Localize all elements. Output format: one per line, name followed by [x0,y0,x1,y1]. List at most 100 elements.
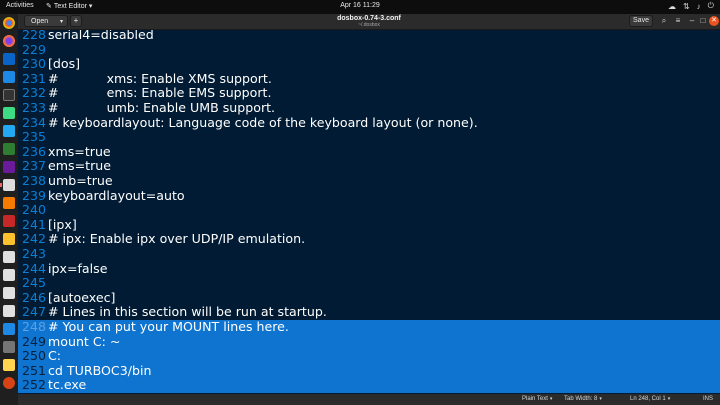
line-text[interactable]: # ems: Enable EMS support. [48,86,272,101]
volume-icon[interactable]: ♪ [697,2,701,11]
document-path: ~/.dosbox [358,22,380,28]
line-text[interactable]: keyboardlayout=auto [48,188,185,204]
editor-line[interactable]: 229 [18,42,720,58]
search-icon[interactable]: ⌕ [659,16,669,26]
chevron-down-icon: ▾ [667,396,671,402]
line-number: 246 [21,289,46,305]
line-number: 240 [21,202,46,218]
line-number: 249 [21,333,46,349]
line-text[interactable]: serial4=disabled [48,30,154,43]
app-icon[interactable] [3,287,15,299]
line-text[interactable]: # keyboardlayout: Language code of the k… [48,115,478,131]
chrome-icon[interactable] [3,17,15,29]
editor-line[interactable]: 231 # xms: Enable XMS support. [18,71,720,87]
language-selector[interactable]: Plain Text ▾ [522,394,552,405]
insert-mode: INS [703,396,714,402]
editor-line[interactable]: 238 umb=true [18,173,720,189]
outlook-icon[interactable] [3,53,15,65]
line-text[interactable]: # umb: Enable UMB support. [48,100,275,116]
dock [0,14,18,405]
line-text[interactable]: xms=true [48,144,111,160]
line-text[interactable]: mount C: ~ [48,334,120,350]
cloud-icon[interactable]: ☁ [668,2,676,11]
editor-line[interactable]: 246 [autoexec] [18,289,720,306]
firefox-icon[interactable] [3,35,15,47]
editor-line[interactable]: 241 [ipx] [18,217,720,233]
line-number: 252 [21,377,46,393]
clock[interactable]: Apr 16 11:29 [0,2,720,9]
hamburger-menu-icon[interactable]: ≡ [673,16,683,26]
android-icon[interactable] [3,107,15,119]
editor-line[interactable]: 248 # You can put your MOUNT lines here. [18,319,720,335]
app-icon[interactable] [3,215,15,227]
editor-line[interactable]: 240 [18,203,720,218]
app-icon[interactable] [3,323,15,335]
header-bar: Open ▾ + dosbox-0.74-3.conf ~/.dosbox Sa… [18,14,720,30]
editor-line[interactable]: 251 cd TURBOC3/bin [18,363,720,379]
windows-app-icon[interactable] [3,71,15,83]
line-text[interactable]: [autoexec] [48,290,115,306]
editor-line[interactable]: 245 [18,276,720,291]
editor-line[interactable]: 233 # umb: Enable UMB support. [18,100,720,116]
editor-line[interactable]: 244 ipx=false [18,261,720,277]
app-icon[interactable] [3,359,15,371]
app-icon[interactable] [3,377,15,389]
power-icon[interactable]: ⏻ [708,1,714,11]
line-text[interactable]: cd TURBOC3/bin [48,363,151,379]
editor-line[interactable]: 234 # keyboardlayout: Language code of th… [18,114,720,131]
editor-line[interactable]: 235 [18,130,720,145]
line-text[interactable]: # Lines in this section will be run at s… [48,305,327,320]
tab-width-label: Tab Width: 8 [564,396,598,402]
line-text[interactable]: # You can put your MOUNT lines here. [48,319,289,335]
editor-line[interactable]: 242 # ipx: Enable ipx over UDP/IP emulati… [18,232,720,247]
language-label: Plain Text [522,396,548,402]
text-editor-area[interactable]: 228 serial4=disabled 229 230 [dos] 231 # xms: … [18,30,720,394]
app-icon[interactable] [3,305,15,317]
app-icon[interactable] [3,143,15,155]
close-icon[interactable]: ✕ [709,16,719,26]
editor-line[interactable]: 249 mount C: ~ [18,333,720,350]
editor-line[interactable]: 239 keyboardlayout=auto [18,187,720,204]
editor-line[interactable]: 230 [dos] [18,57,720,72]
editor-line[interactable]: 232 # ems: Enable EMS support. [18,86,720,101]
editor-line[interactable]: 243 [18,246,720,262]
editor-line[interactable]: 247 # Lines in this section will be run a… [18,305,720,320]
terminal-icon[interactable] [3,89,15,101]
line-text[interactable]: ipx=false [48,261,107,277]
vlc-icon[interactable] [3,197,15,209]
app-icon[interactable] [3,341,15,353]
tab-width-selector[interactable]: Tab Width: 8 ▾ [564,394,602,405]
line-number: 238 [21,173,46,188]
document-title: dosbox-0.74-3.conf [337,15,401,22]
system-tray[interactable]: ☁ ⇅ ♪ ⏻ [668,1,714,11]
editor-line[interactable]: 250 C: [18,349,720,364]
line-number: 239 [21,187,46,203]
editor-line[interactable]: 236 xms=true [18,144,720,160]
line-text[interactable]: # ipx: Enable ipx over UDP/IP emulation. [48,232,305,247]
save-button[interactable]: Save [629,15,653,27]
line-text[interactable]: tc.exe [48,378,86,393]
cursor-position[interactable]: Ln 248, Col 1 ▾ [630,394,670,405]
line-number: 242 [21,231,46,247]
editor-line[interactable]: 252 tc.exe [18,378,720,393]
line-text[interactable]: [dos] [48,57,80,72]
line-text[interactable]: C: [48,349,61,364]
line-number: 247 [21,304,46,320]
app-icon[interactable] [3,161,15,173]
app-icon[interactable] [3,251,15,263]
line-text[interactable]: # xms: Enable XMS support. [48,71,272,87]
line-text[interactable]: [ipx] [48,217,77,233]
line-number: 245 [21,275,46,291]
app-icon[interactable] [3,269,15,281]
vscode-icon[interactable] [3,125,15,137]
maximize-icon[interactable]: □ [698,16,708,26]
line-number: 234 [21,114,46,130]
minimize-icon[interactable]: – [687,16,697,26]
editor-line[interactable]: 237 ems=true [18,159,720,174]
editor-line[interactable]: 228 serial4=disabled [18,30,720,43]
text-editor-icon[interactable] [0,179,15,191]
line-text[interactable]: umb=true [48,173,113,189]
app-icon[interactable] [3,233,15,245]
line-text[interactable]: ems=true [48,159,111,174]
network-icon[interactable]: ⇅ [683,2,690,11]
